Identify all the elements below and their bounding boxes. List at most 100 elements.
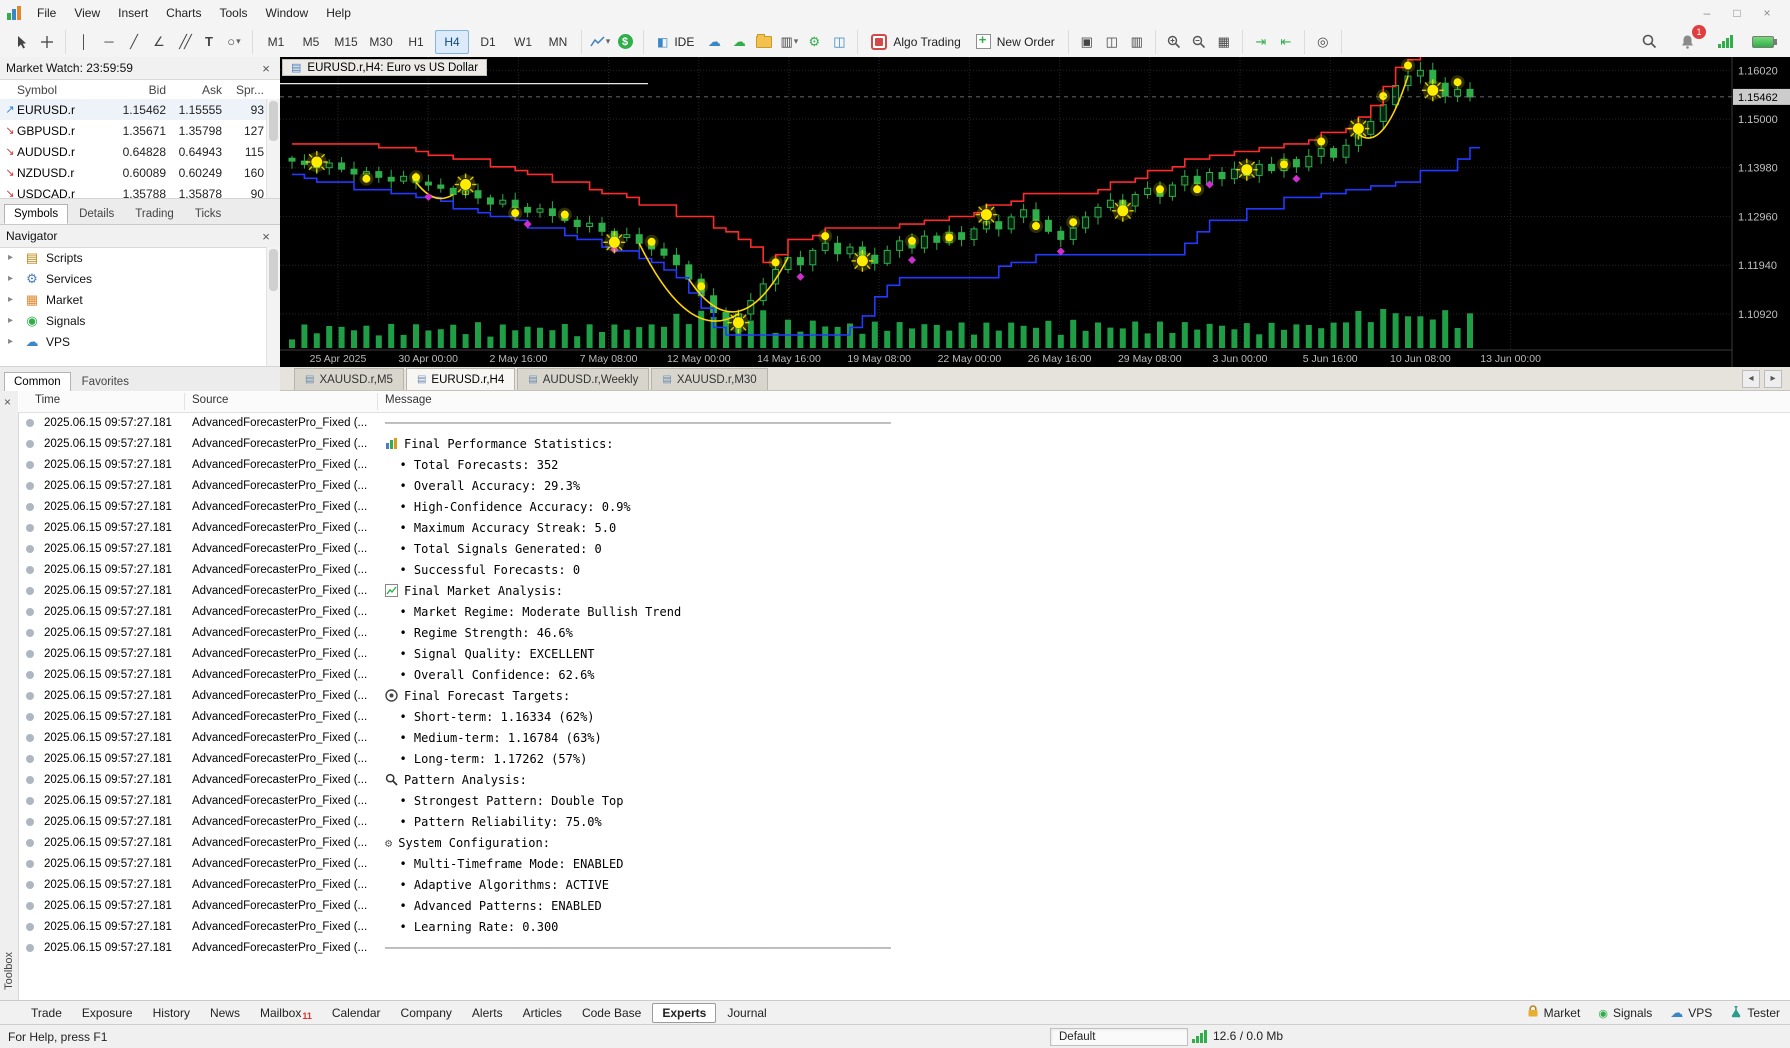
log-row[interactable]: 2025.06.15 09:57:27.181 AdvancedForecaste… bbox=[18, 874, 1790, 895]
shapes-tool-button[interactable]: ○ ▾ bbox=[223, 31, 245, 53]
log-row[interactable]: 2025.06.15 09:57:27.181 AdvancedForecaste… bbox=[18, 727, 1790, 748]
tab-code-base[interactable]: Code Base bbox=[573, 1004, 650, 1022]
panels-button[interactable]: ◫ bbox=[828, 31, 850, 53]
cursor-tool-button[interactable] bbox=[11, 31, 33, 53]
column-ask[interactable]: Ask bbox=[166, 83, 222, 97]
tile-horizontally-button[interactable]: ◫ bbox=[1101, 31, 1123, 53]
navigator-item-scripts[interactable]: ▸ ▤ Scripts bbox=[0, 247, 267, 268]
minimize-button[interactable]: – bbox=[1700, 6, 1714, 20]
timeframe-d1[interactable]: D1 bbox=[472, 31, 504, 53]
new-order-button[interactable]: New Order bbox=[970, 31, 1061, 53]
timeframe-m5[interactable]: M5 bbox=[295, 31, 327, 53]
open-data-folder-button[interactable] bbox=[753, 31, 775, 53]
data-window-button[interactable]: ◎ bbox=[1312, 31, 1334, 53]
quick-vps[interactable]: ☁ VPS bbox=[1670, 1005, 1712, 1021]
auto-scroll-button[interactable]: ⇥ bbox=[1250, 31, 1272, 53]
maximize-button[interactable]: □ bbox=[1730, 6, 1744, 20]
timeframe-w1[interactable]: W1 bbox=[507, 31, 539, 53]
log-row[interactable]: 2025.06.15 09:57:27.181 AdvancedForecaste… bbox=[18, 496, 1790, 517]
algo-trading-button[interactable]: Algo Trading bbox=[865, 31, 966, 53]
timeframe-h1[interactable]: H1 bbox=[400, 31, 432, 53]
chart-tab-eurusd-r-h4[interactable]: ▤ EURUSD.r,H4 bbox=[405, 368, 516, 390]
horizontal-line-tool-button[interactable]: ─ bbox=[98, 31, 120, 53]
symbol-row-gbpusd.r[interactable]: ↘ GBPUSD.r 1.35671 1.35798 127 bbox=[0, 120, 280, 141]
log-row[interactable]: 2025.06.15 09:57:27.181 AdvancedForecaste… bbox=[18, 769, 1790, 790]
close-button[interactable]: × bbox=[1760, 6, 1774, 20]
column-bid[interactable]: Bid bbox=[104, 83, 166, 97]
tab-calendar[interactable]: Calendar bbox=[323, 1004, 390, 1022]
navigator-item-services[interactable]: ▸ ⚙ Services bbox=[0, 268, 267, 289]
log-row[interactable]: 2025.06.15 09:57:27.181 AdvancedForecaste… bbox=[18, 916, 1790, 937]
log-row[interactable]: 2025.06.15 09:57:27.181 AdvancedForecaste… bbox=[18, 811, 1790, 832]
tab-alerts[interactable]: Alerts bbox=[463, 1004, 512, 1022]
ide-button[interactable]: ◧ IDE bbox=[651, 31, 700, 53]
chart-tab-audusd-r-weekly[interactable]: ▤ AUDUSD.r,Weekly bbox=[517, 368, 650, 390]
log-row[interactable]: 2025.06.15 09:57:27.181 AdvancedForecaste… bbox=[18, 706, 1790, 727]
log-row[interactable]: 2025.06.15 09:57:27.181 AdvancedForecaste… bbox=[18, 538, 1790, 559]
chart-canvas[interactable]: 25 Apr 2025 30 Apr 00:00 2 May 16:00 7 May … bbox=[280, 51, 1790, 367]
cloud-add-button[interactable]: ☁ bbox=[728, 31, 750, 53]
tab-details[interactable]: Details bbox=[69, 204, 124, 224]
tab-symbols[interactable]: Symbols bbox=[4, 204, 69, 224]
zoom-in-button[interactable] bbox=[1163, 31, 1185, 53]
close-icon[interactable]: × bbox=[4, 395, 11, 409]
crosshair-tool-button[interactable] bbox=[36, 31, 58, 53]
close-icon[interactable]: × bbox=[258, 61, 274, 76]
column-source[interactable]: Source bbox=[192, 394, 228, 406]
tab-articles[interactable]: Articles bbox=[514, 1004, 571, 1022]
log-row[interactable]: 2025.06.15 09:57:27.181 AdvancedForecaste… bbox=[18, 433, 1790, 454]
chart-type-button[interactable]: ▥ ▾ bbox=[778, 31, 800, 53]
chart-tab-xauusd-r-m5[interactable]: ▤ XAUUSD.r,M5 bbox=[294, 368, 404, 390]
chart-tab-xauusd-r-m30[interactable]: ▤ XAUUSD.r,M30 bbox=[651, 368, 768, 390]
angle-trendline-tool-button[interactable]: ∠ bbox=[148, 31, 170, 53]
close-icon[interactable]: × bbox=[258, 229, 274, 244]
indicators-button[interactable]: ▾ bbox=[589, 31, 611, 53]
quick-signals[interactable]: ◉ Signals bbox=[1598, 1005, 1652, 1021]
tab-common[interactable]: Common bbox=[4, 372, 71, 392]
price-chart[interactable]: 25 Apr 2025 30 Apr 00:00 2 May 16:00 7 May … bbox=[280, 51, 1790, 367]
log-row[interactable]: 2025.06.15 09:57:27.181 AdvancedForecaste… bbox=[18, 601, 1790, 622]
tab-news[interactable]: News bbox=[201, 1004, 249, 1022]
navigator-scrollbar[interactable] bbox=[266, 247, 280, 367]
symbol-row-audusd.r[interactable]: ↘ AUDUSD.r 0.64828 0.64943 115 bbox=[0, 141, 280, 162]
notifications-button[interactable]: 1 bbox=[1676, 24, 1706, 53]
chart-window[interactable]: 25 Apr 2025 30 Apr 00:00 2 May 16:00 7 May … bbox=[280, 51, 1790, 367]
quick-tester[interactable]: Tester bbox=[1730, 1005, 1780, 1021]
equidistant-channel-tool-button[interactable]: ╱╱ bbox=[173, 31, 195, 53]
chevron-right-icon[interactable]: ▸ bbox=[8, 273, 18, 284]
trendline-tool-button[interactable]: ╱ bbox=[123, 31, 145, 53]
timeframe-m1[interactable]: M1 bbox=[260, 31, 292, 53]
column-message[interactable]: Message bbox=[385, 394, 432, 406]
timeframe-h4[interactable]: H4 bbox=[435, 29, 469, 54]
log-row[interactable]: 2025.06.15 09:57:27.181 AdvancedForecaste… bbox=[18, 559, 1790, 580]
timeframe-mn[interactable]: MN bbox=[542, 31, 574, 53]
log-row[interactable]: 2025.06.15 09:57:27.181 AdvancedForecaste… bbox=[18, 685, 1790, 706]
log-row[interactable]: 2025.06.15 09:57:27.181 AdvancedForecaste… bbox=[18, 937, 1790, 958]
market-watch-scrollbar[interactable] bbox=[266, 99, 280, 199]
tab-exposure[interactable]: Exposure bbox=[73, 1004, 142, 1022]
menu-help[interactable]: Help bbox=[317, 2, 360, 24]
settings-button[interactable]: ⚙ bbox=[803, 31, 825, 53]
tabs-scroll-right-button[interactable]: ▸ bbox=[1764, 369, 1782, 388]
cascade-windows-button[interactable]: ▣ bbox=[1076, 31, 1098, 53]
text-tool-button[interactable]: T bbox=[198, 31, 220, 53]
tile-vertically-button[interactable]: ▥ bbox=[1126, 31, 1148, 53]
tab-favorites[interactable]: Favorites bbox=[72, 372, 139, 392]
menu-window[interactable]: Window bbox=[257, 2, 318, 24]
log-row[interactable]: 2025.06.15 09:57:27.181 AdvancedForecaste… bbox=[18, 748, 1790, 769]
log-row[interactable]: 2025.06.15 09:57:27.181 AdvancedForecaste… bbox=[18, 580, 1790, 601]
log-row[interactable]: 2025.06.15 09:57:27.181 AdvancedForecaste… bbox=[18, 853, 1790, 874]
navigator-item-market[interactable]: ▸ ▦ Market bbox=[0, 289, 267, 310]
timeframe-m30[interactable]: M30 bbox=[365, 31, 397, 53]
column-spread[interactable]: Spr... bbox=[222, 83, 264, 97]
log-row[interactable]: 2025.06.15 09:57:27.181 AdvancedForecaste… bbox=[18, 475, 1790, 496]
log-row[interactable]: 2025.06.15 09:57:27.181 AdvancedForecaste… bbox=[18, 832, 1790, 853]
tabs-scroll-left-button[interactable]: ◂ bbox=[1742, 369, 1760, 388]
tab-journal[interactable]: Journal bbox=[718, 1004, 775, 1022]
menu-file[interactable]: File bbox=[28, 2, 65, 24]
tab-mailbox[interactable]: Mailbox 11 bbox=[251, 1004, 321, 1022]
log-row[interactable]: 2025.06.15 09:57:27.181 AdvancedForecaste… bbox=[18, 412, 1790, 433]
menu-charts[interactable]: Charts bbox=[157, 2, 210, 24]
profile-selector[interactable]: Default bbox=[1050, 1028, 1188, 1046]
quick-market[interactable]: Market bbox=[1527, 1004, 1580, 1021]
